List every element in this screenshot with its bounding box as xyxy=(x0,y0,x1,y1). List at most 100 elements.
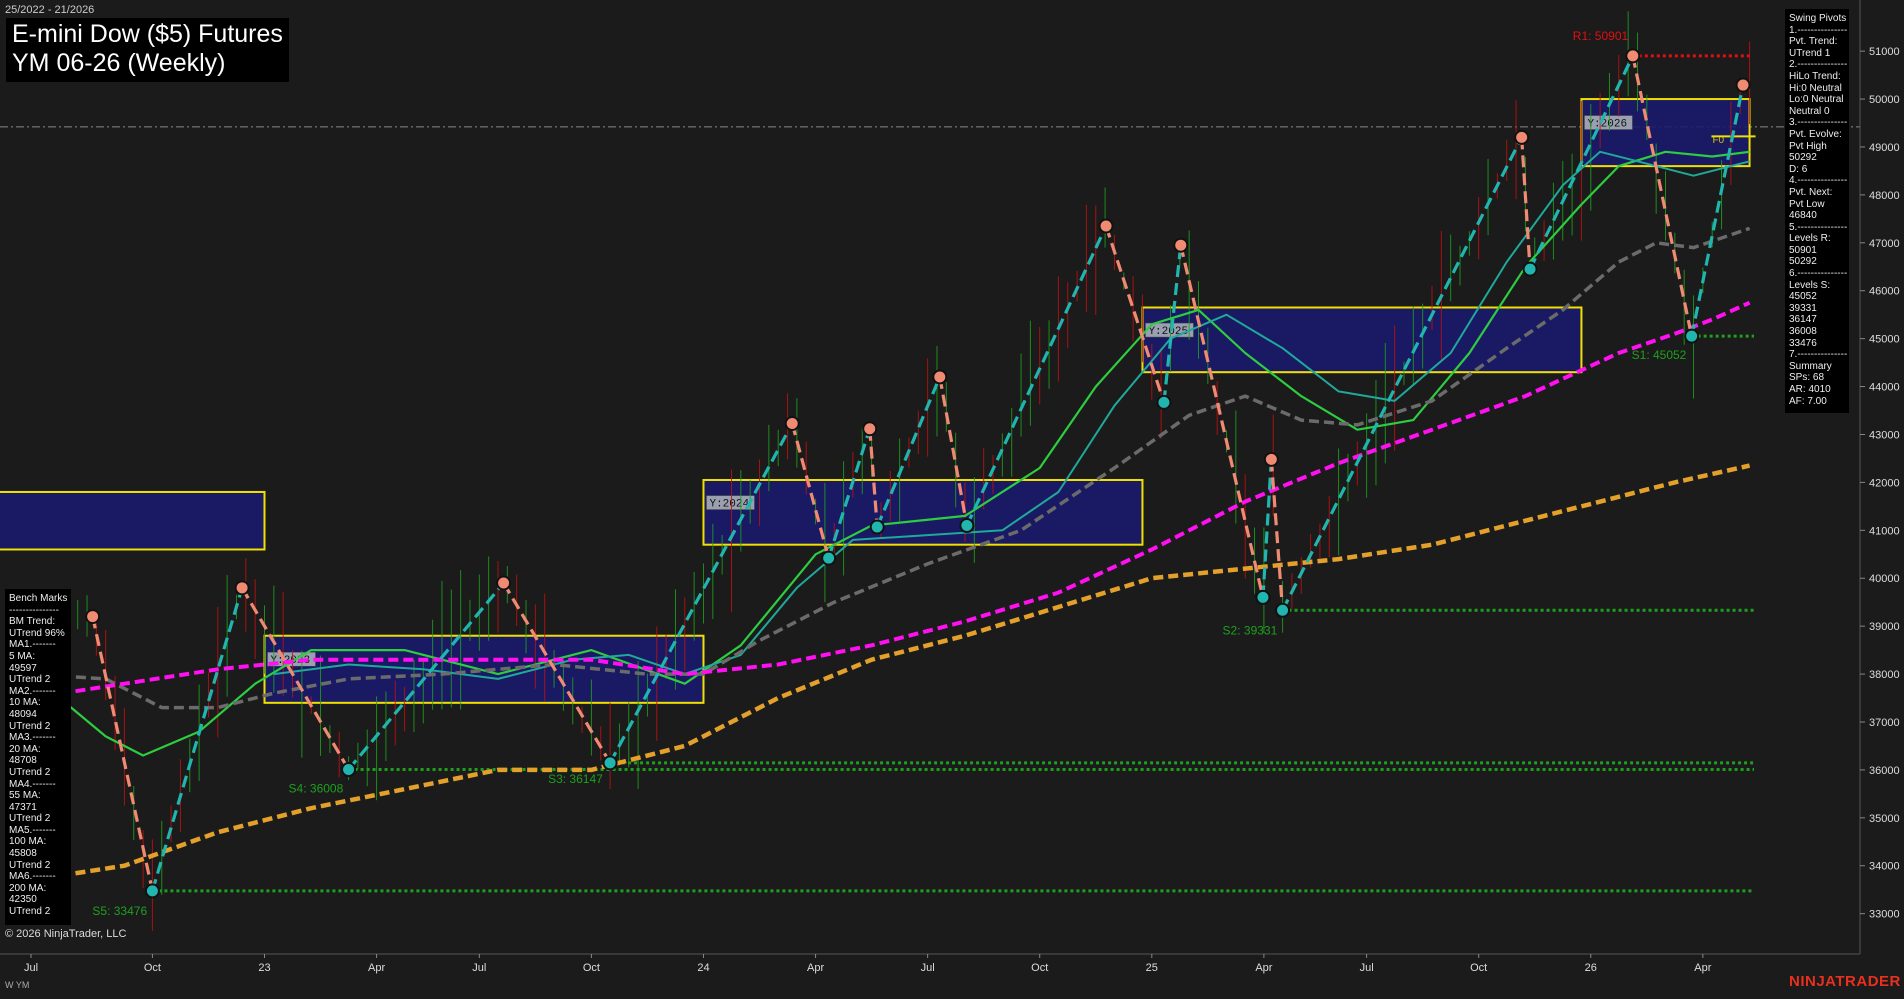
time-tick-label: Apr xyxy=(1255,962,1272,974)
pivot-low-dot xyxy=(1255,589,1271,605)
instrument-name: E-mini Dow ($5) Futures xyxy=(12,20,283,48)
swing-segment xyxy=(91,616,154,892)
time-tick-label: Oct xyxy=(144,962,161,974)
price-chart[interactable]: Y:2023Y:2024Y:2025Y:2026F0 3300034000350… xyxy=(0,0,1904,994)
panel-line: 7.--------------- xyxy=(1789,349,1848,361)
panel-line: AR: 4010 xyxy=(1789,384,1831,395)
panel-line: UTrend 96% xyxy=(9,627,65,639)
panel-line: 200 MA: xyxy=(9,882,47,894)
year-range-box xyxy=(0,490,266,551)
price-tick-label: 43000 xyxy=(1869,429,1900,441)
pivot-low-dot xyxy=(144,883,160,899)
price-tick-label: 51000 xyxy=(1869,46,1900,58)
price-tick-label: 50000 xyxy=(1869,94,1900,106)
panel-line: Pvt. Next: xyxy=(1789,186,1833,198)
time-tick-label: Apr xyxy=(807,962,824,974)
swing-segment xyxy=(1269,459,1285,611)
time-tick-label: Jul xyxy=(921,962,935,974)
instrument-code: W YM xyxy=(5,980,30,990)
panel-line: 47371 xyxy=(9,801,37,813)
benchmarks-panel: Bench Marks --------------- BM Trend: UTren… xyxy=(5,589,71,925)
pivot-low-dot xyxy=(821,550,837,566)
panel-line: 45808 xyxy=(9,848,37,860)
panel-line: UTrend 2 xyxy=(9,766,51,778)
price-tick-label: 38000 xyxy=(1869,669,1900,681)
panel-line: 20 MA: xyxy=(9,743,41,755)
date-range: 25/2022 - 21/2026 xyxy=(5,4,95,16)
panel-line: 6.--------------- xyxy=(1789,268,1848,280)
price-tick-label: 40000 xyxy=(1869,573,1900,585)
pivot-low-dot xyxy=(959,518,975,534)
time-tick-label: Apr xyxy=(1694,962,1711,974)
panel-line: Pvt Low xyxy=(1789,198,1825,210)
pivot-high-dot xyxy=(85,609,101,625)
panel-line: UTrend 2 xyxy=(9,906,51,918)
panel-line: UTrend 2 xyxy=(9,720,51,732)
panel-line: 5 MA: xyxy=(9,650,36,662)
panel-line: SPs: 68 xyxy=(1789,372,1825,384)
panel-line: MA5.------- xyxy=(9,824,56,836)
time-tick-label: Jul xyxy=(1360,962,1374,974)
pivot-low-dot xyxy=(1275,602,1291,618)
panel-line: MA1.------- xyxy=(9,639,56,651)
brand-logo: NINJATRADER xyxy=(1789,973,1901,990)
pivot-high-dot xyxy=(932,369,948,385)
time-tick-label: 25 xyxy=(1146,962,1158,974)
price-tick-label: 48000 xyxy=(1869,190,1900,202)
time-tick-label: Oct xyxy=(1470,962,1487,974)
pivot-level-label: S5: 33476 xyxy=(92,904,147,918)
panel-line: 50292 xyxy=(1789,256,1817,268)
year-box-label: Y:2024 xyxy=(709,499,749,511)
panel-line: Bench Marks xyxy=(9,593,68,604)
panel-line: MA4.------- xyxy=(9,778,56,790)
pivot-high-dot xyxy=(1625,48,1641,64)
panel-line: --------------- xyxy=(9,604,59,616)
pivot-low-dot xyxy=(341,762,357,778)
panel-line: 48708 xyxy=(9,755,37,767)
time-tick-label: Jul xyxy=(472,962,486,974)
panel-line: Levels R: xyxy=(1789,233,1831,245)
panel-line: MA6.------- xyxy=(9,871,56,883)
pivot-level-label: S3: 36147 xyxy=(548,772,603,786)
pivot-low-dot xyxy=(1156,394,1172,410)
time-tick-label: Apr xyxy=(368,962,385,974)
time-tick-label: Oct xyxy=(1031,962,1048,974)
panel-line: 36008 xyxy=(1789,326,1817,338)
chart-area[interactable]: Y:2023 Y:2024 Y:2025 Y:2026 F0 33000 34000 350… xyxy=(0,0,1904,994)
price-tick-label: 39000 xyxy=(1869,621,1900,633)
panel-line: UTrend 1 xyxy=(1789,47,1831,59)
pivot-high-dot xyxy=(496,575,512,591)
panel-line: Pvt. Evolve: xyxy=(1789,128,1842,140)
price-tick-label: 44000 xyxy=(1869,382,1900,394)
price-tick-label: 34000 xyxy=(1869,861,1900,873)
panel-line: 36147 xyxy=(1789,314,1817,326)
pivot-high-dot xyxy=(1263,451,1279,467)
panel-line: 4.--------------- xyxy=(1789,175,1848,187)
panel-line: 45052 xyxy=(1789,291,1817,303)
pivot-high-dot xyxy=(234,580,250,596)
panel-line: Hi:0 Neutral xyxy=(1789,82,1842,94)
panel-line: UTrend 2 xyxy=(9,674,51,686)
panel-line: Summary xyxy=(1789,360,1832,372)
level-labels: R1: 50901 S1: 45052 S2: 39331 S3: 36147 S4: … xyxy=(92,29,1686,918)
panel-line: Lo:0 Neutral xyxy=(1789,94,1844,106)
panel-line: UTrend 2 xyxy=(9,859,51,871)
price-tick-label: 49000 xyxy=(1869,142,1900,154)
time-tick-label: 23 xyxy=(258,962,270,974)
time-tick-label: Oct xyxy=(583,962,600,974)
pivot-high-dot xyxy=(1173,237,1189,253)
panel-line: 1.--------------- xyxy=(1789,24,1848,36)
panel-line: 50901 xyxy=(1789,244,1817,256)
year-box-label: Y:2026 xyxy=(1587,119,1627,131)
time-tick-label: 26 xyxy=(1585,962,1597,974)
panel-line: 42350 xyxy=(9,894,37,906)
panel-line: AF: 7.00 xyxy=(1789,395,1827,407)
pivot-level-label: S2: 39331 xyxy=(1223,623,1278,637)
panel-line: 46840 xyxy=(1789,210,1817,222)
panel-line: Neutral 0 xyxy=(1789,105,1830,117)
time-tick-label: 24 xyxy=(697,962,709,974)
swing-pivots-panel: Swing Pivots 1.--------------- Pvt. Trend:… xyxy=(1785,9,1849,413)
price-tick-label: 37000 xyxy=(1869,717,1900,729)
instrument-contract: YM 06-26 (Weekly) xyxy=(12,49,226,77)
panel-line: MA2.------- xyxy=(9,685,56,697)
